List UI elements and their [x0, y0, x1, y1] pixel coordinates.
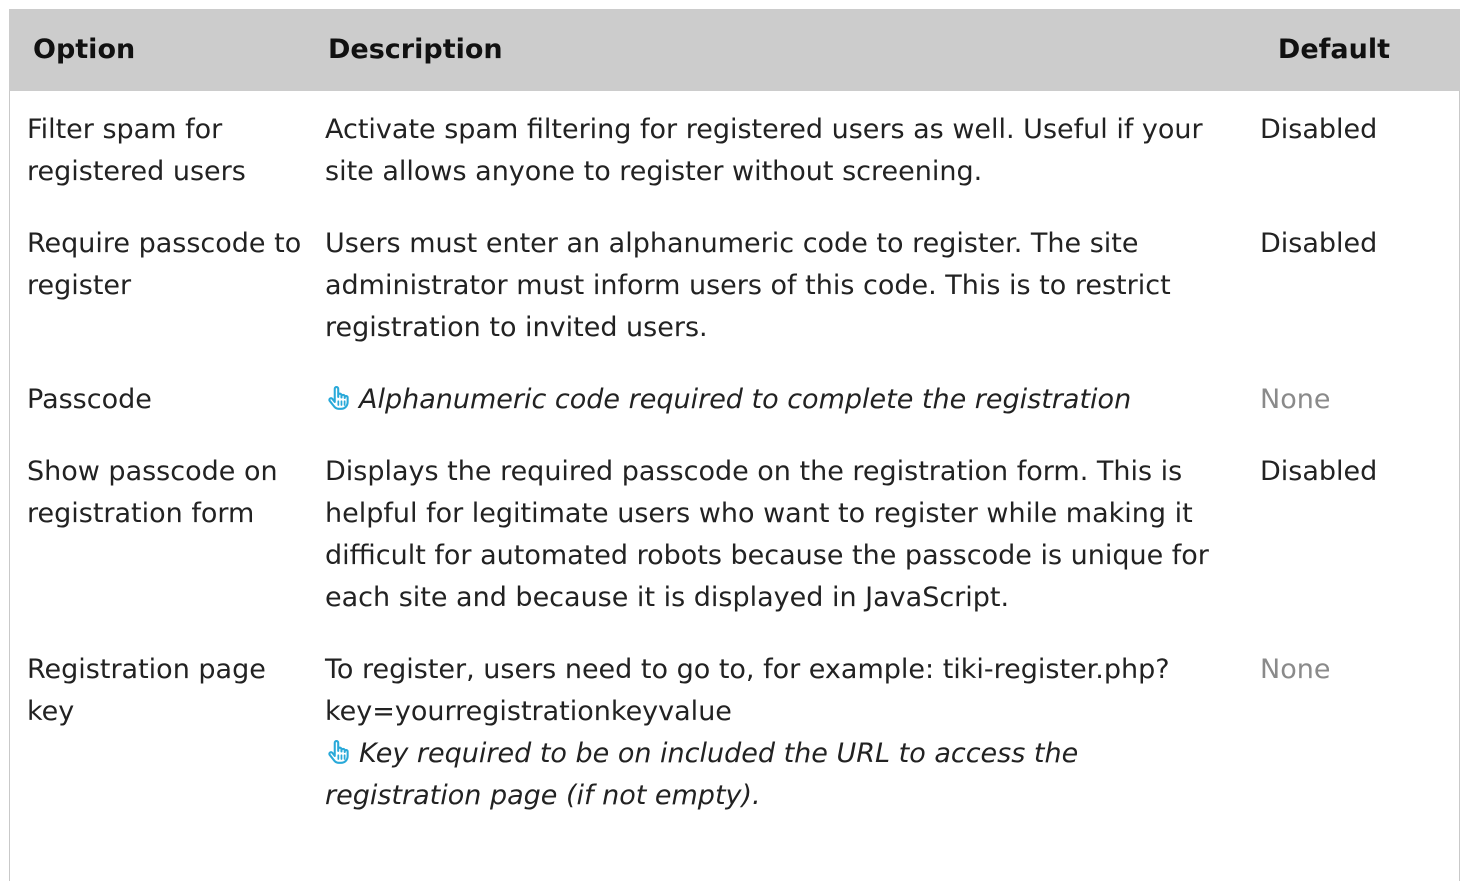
- default-cell: Disabled: [1260, 228, 1378, 259]
- hint-text: Key required to be on included the URL t…: [325, 738, 1079, 811]
- hint-text: Alphanumeric code required to complete t…: [359, 384, 1132, 415]
- description-cell: Displays the required passcode on the re…: [312, 433, 1247, 631]
- description-cell: To register, users need to go to, for ex…: [312, 631, 1247, 829]
- option-cell: Show passcode on registration form: [27, 456, 278, 529]
- description-text: Users must enter an alphanumeric code to…: [325, 228, 1171, 343]
- table-row: Require passcode to register Users must …: [9, 205, 1460, 361]
- default-cell: None: [1260, 384, 1331, 415]
- option-cell: Registration page key: [27, 654, 266, 727]
- description-text: Displays the required passcode on the re…: [325, 456, 1209, 613]
- table-row: Show passcode on registration form Displ…: [9, 433, 1460, 631]
- option-cell: Passcode: [27, 384, 152, 415]
- description-cell: Alphanumeric code required to complete t…: [312, 361, 1247, 433]
- table-row: Filter spam for registered users Activat…: [9, 91, 1460, 205]
- table-row: Registration page key To register, users…: [9, 631, 1460, 829]
- preferences-table-region: Option Description Default Filter spam f…: [0, 0, 1469, 881]
- header-default: Default: [1247, 9, 1460, 91]
- header-option: Option: [9, 9, 312, 91]
- description-cell: Activate spam filtering for registered u…: [312, 91, 1247, 205]
- preferences-table: Option Description Default Filter spam f…: [9, 9, 1460, 829]
- table-header: Option Description Default: [9, 9, 1460, 91]
- default-cell: Disabled: [1260, 456, 1378, 487]
- header-row: Option Description Default: [9, 9, 1460, 91]
- option-cell: Filter spam for registered users: [27, 114, 246, 187]
- option-cell: Require passcode to register: [27, 228, 302, 301]
- description-text: Activate spam filtering for registered u…: [325, 114, 1203, 187]
- description-cell: Users must enter an alphanumeric code to…: [312, 205, 1247, 361]
- table-row: Passcode Alphanumeric code required to c…: [9, 361, 1460, 433]
- default-cell: None: [1260, 654, 1331, 685]
- pointing-hand-icon: [325, 736, 351, 764]
- pointing-hand-icon: [325, 382, 351, 410]
- default-cell: Disabled: [1260, 114, 1378, 145]
- header-description: Description: [312, 9, 1247, 91]
- description-text: To register, users need to go to, for ex…: [325, 654, 1170, 727]
